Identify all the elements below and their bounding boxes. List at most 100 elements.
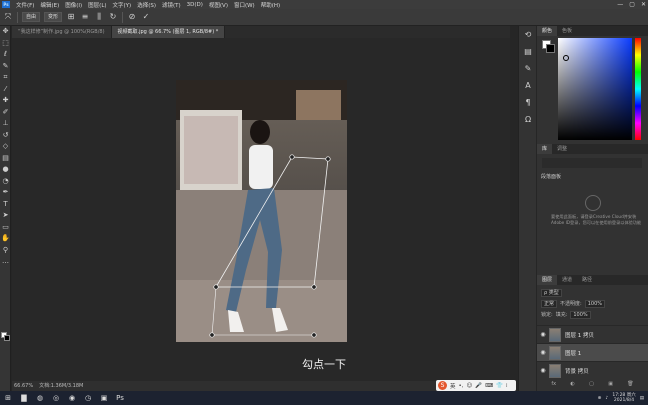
eyedropper-icon[interactable]: ⁄: [0, 84, 11, 96]
canvas-area[interactable]: 勾点一下: [12, 38, 510, 381]
minimize-button[interactable]: —: [617, 1, 623, 8]
brush-presets-icon[interactable]: ✎: [519, 60, 537, 77]
layer-filter-select[interactable]: ρ 类型: [541, 288, 562, 297]
menu-layer[interactable]: 图层(L): [85, 1, 109, 9]
visibility-eye-icon[interactable]: ◉: [537, 331, 549, 338]
mic-icon[interactable]: 🎤: [475, 383, 482, 389]
lasso-icon[interactable]: ℓ: [0, 49, 11, 61]
dodge-icon[interactable]: ◔: [0, 176, 11, 188]
tab-document-1[interactable]: “我这样修”制作.jpg @ 100%(RGB/8): [12, 26, 112, 38]
quick-select-icon[interactable]: ✎: [0, 61, 11, 73]
tab-layers[interactable]: 图层: [537, 275, 558, 285]
blend-mode-select[interactable]: 正常: [541, 299, 558, 308]
volume-icon[interactable]: ♪: [605, 396, 608, 401]
layer-row[interactable]: ◉ 图层 1 拷贝: [537, 325, 648, 343]
tab-document-2[interactable]: 视频截取.jpg @ 66.7% (图层 1, RGB/8#) *: [111, 26, 226, 38]
menu-filter[interactable]: 滤镜(T): [159, 1, 184, 9]
network-icon[interactable]: ⊕: [598, 396, 602, 401]
grid-icon[interactable]: ⊞: [66, 12, 76, 22]
eraser-icon[interactable]: ◇: [0, 141, 11, 153]
tab-adjustments[interactable]: 调整: [552, 144, 572, 154]
menu-help[interactable]: 帮助(H): [258, 1, 283, 9]
emoji-icon[interactable]: ☺: [467, 383, 473, 389]
split-icon[interactable]: ≡: [80, 12, 90, 22]
menu-window[interactable]: 窗口(W): [231, 1, 258, 9]
tab-paths[interactable]: 路径: [577, 275, 597, 285]
clock-app-icon[interactable]: ◷: [80, 391, 96, 405]
split-vertical-icon[interactable]: ⫼: [94, 12, 104, 22]
panel-background-swatch[interactable]: [546, 44, 555, 53]
zoom-icon[interactable]: ⚲: [0, 245, 11, 257]
tab-libraries[interactable]: 库: [537, 144, 553, 154]
stamp-icon[interactable]: ⊥: [0, 118, 11, 130]
apps-icon[interactable]: ⁞: [506, 383, 508, 389]
tab-channels[interactable]: 通道: [557, 275, 577, 285]
hue-slider[interactable]: [635, 38, 641, 140]
shape-icon[interactable]: ▭: [0, 222, 11, 234]
pen-icon[interactable]: ✒: [0, 187, 11, 199]
group-icon[interactable]: ▢: [589, 381, 594, 387]
background-color-swatch[interactable]: [4, 335, 10, 341]
color-picker-cursor[interactable]: [563, 55, 569, 61]
warp-button[interactable]: 变形: [44, 12, 63, 22]
move-icon[interactable]: ✥: [0, 26, 11, 38]
free-transform-button[interactable]: 自由: [22, 12, 41, 22]
document-image[interactable]: [176, 80, 347, 342]
skin-icon[interactable]: 👕: [496, 383, 503, 389]
menu-type[interactable]: 文字(Y): [110, 1, 135, 9]
color-picker-field[interactable]: [558, 38, 632, 140]
properties-icon[interactable]: ▤: [519, 43, 537, 60]
crop-icon[interactable]: ⌗: [0, 72, 11, 84]
marquee-icon[interactable]: ⬚: [0, 38, 11, 50]
history-brush-icon[interactable]: ↺: [0, 130, 11, 142]
layer-row[interactable]: ◉ 图层 1: [537, 343, 648, 361]
punctuation-icon[interactable]: •,: [459, 383, 464, 389]
player-icon[interactable]: ◉: [64, 391, 80, 405]
paragraph-icon[interactable]: ¶: [519, 94, 537, 111]
hand-icon[interactable]: ✋: [0, 233, 11, 245]
notification-icon[interactable]: ▤: [640, 396, 644, 401]
menu-view[interactable]: 视图(V): [206, 1, 231, 9]
file-explorer-icon[interactable]: ▇: [16, 391, 32, 405]
commit-transform-icon[interactable]: ✓: [141, 12, 151, 22]
menu-image[interactable]: 图像(I): [62, 1, 85, 9]
layer-name[interactable]: 背景 拷贝: [565, 367, 589, 375]
layer-style-icon[interactable]: fx: [551, 381, 556, 387]
tab-swatches[interactable]: 色板: [557, 26, 577, 36]
maximize-button[interactable]: ▢: [629, 1, 635, 8]
menu-file[interactable]: 文件(F): [13, 1, 37, 9]
more-tools-icon[interactable]: …: [0, 256, 11, 268]
rotate-icon[interactable]: ↻: [108, 12, 118, 22]
close-button[interactable]: ✕: [641, 1, 646, 8]
adjustment-layer-icon[interactable]: ◐: [570, 381, 574, 387]
sogou-icon[interactable]: S: [438, 381, 447, 390]
photoshop-taskbar-icon[interactable]: Ps: [112, 391, 128, 405]
start-icon[interactable]: ⊞: [0, 391, 16, 405]
library-search[interactable]: [542, 158, 642, 168]
keyboard-icon[interactable]: ⌨: [485, 383, 493, 389]
system-clock[interactable]: 17:28 周六 2021/8/4: [612, 393, 635, 403]
layer-name[interactable]: 图层 1: [565, 349, 581, 357]
browser-icon[interactable]: ◍: [32, 391, 48, 405]
menu-3d[interactable]: 3D(D): [184, 2, 206, 8]
transform-tool-icon[interactable]: ⤧: [3, 12, 13, 22]
path-select-icon[interactable]: ➤: [0, 210, 11, 222]
visibility-eye-icon[interactable]: ◉: [537, 349, 549, 356]
tab-color[interactable]: 颜色: [537, 26, 558, 36]
delete-layer-icon[interactable]: 🗑: [627, 381, 633, 387]
zoom-level[interactable]: 66.67%: [14, 381, 33, 391]
history-icon[interactable]: ⟲: [519, 26, 537, 43]
fill-input[interactable]: 100%: [570, 310, 591, 319]
ime-mode[interactable]: 英: [450, 382, 456, 390]
type-icon[interactable]: T: [0, 199, 11, 211]
visibility-eye-icon[interactable]: ◉: [537, 367, 549, 374]
layer-name[interactable]: 图层 1 拷贝: [565, 331, 594, 339]
menu-edit[interactable]: 编辑(E): [37, 1, 62, 9]
layer-row[interactable]: ◉ 背景 拷贝: [537, 361, 648, 379]
opacity-input[interactable]: 100%: [584, 299, 605, 308]
chrome-icon[interactable]: ◎: [48, 391, 64, 405]
cancel-transform-icon[interactable]: ⊘: [127, 12, 137, 22]
new-layer-icon[interactable]: ▣: [608, 381, 613, 387]
healing-icon[interactable]: ✚: [0, 95, 11, 107]
gradient-icon[interactable]: ▤: [0, 153, 11, 165]
